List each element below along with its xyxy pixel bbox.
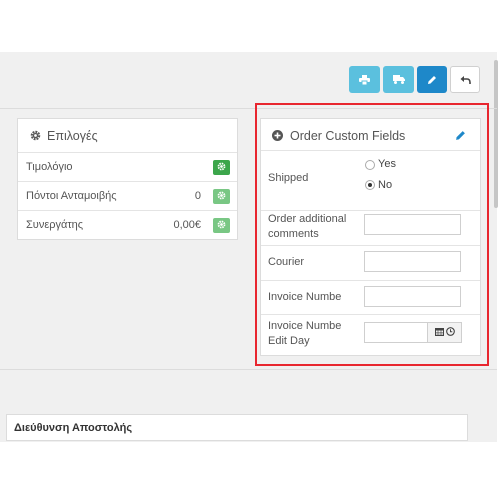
shipped-row: Shipped Yes No	[261, 151, 480, 211]
shipped-label: Shipped	[268, 172, 309, 184]
column-shipping-address: Διεύθυνση Αποστολής	[14, 421, 133, 434]
options-row-label: Τιμολόγιο	[26, 161, 73, 173]
back-button[interactable]	[450, 66, 480, 93]
plus-circle-icon	[272, 130, 283, 144]
comments-label-line1: Order additional	[268, 213, 347, 225]
table-header: Διεύθυνση Αποστολής	[6, 414, 468, 441]
edit-order-button[interactable]	[417, 66, 447, 93]
undo-icon	[460, 75, 471, 85]
options-panel-header: Επιλογές	[18, 119, 237, 153]
shipped-no-label: No	[378, 179, 393, 191]
gear-icon	[217, 220, 226, 232]
options-row-value: 0	[194, 190, 201, 202]
delivery-button[interactable]	[383, 66, 414, 93]
comments-input[interactable]	[364, 214, 461, 235]
options-panel: Επιλογές Τιμολόγιο Πόντοι Ανταμοιβής 0 Σ…	[17, 118, 238, 240]
datetime-picker-button[interactable]	[427, 322, 462, 343]
options-row-reward-points: Πόντοι Ανταμοιβής 0	[18, 182, 237, 211]
options-panel-title: Επιλογές	[47, 128, 98, 143]
reward-points-button[interactable]	[213, 189, 230, 204]
custom-fields-panel: Order Custom Fields Shipped Yes No Order…	[260, 118, 481, 356]
options-row-label: Συνεργάτης	[26, 219, 84, 231]
shipped-yes-radio[interactable]	[365, 160, 375, 170]
invoice-number-label: Invoice Numbe	[268, 291, 342, 303]
invoice-settings-button[interactable]	[213, 160, 230, 175]
shipped-yes-label: Yes	[378, 158, 396, 170]
invoice-number-input[interactable]	[364, 286, 461, 307]
section-divider	[0, 369, 497, 370]
pencil-icon[interactable]	[455, 130, 466, 144]
invoice-edit-day-row: Invoice Numbe Edit Day	[261, 314, 480, 350]
options-row-value: 0,00€	[173, 219, 201, 231]
shipped-no-radio[interactable]	[365, 180, 375, 190]
gear-icon	[30, 130, 41, 141]
options-row-label: Πόντοι Ανταμοιβής	[26, 190, 117, 202]
truck-icon	[392, 75, 405, 84]
options-row-invoice: Τιμολόγιο	[18, 153, 237, 182]
print-button[interactable]	[349, 66, 380, 93]
affiliate-button[interactable]	[213, 218, 230, 233]
custom-fields-header: Order Custom Fields	[261, 119, 480, 151]
comments-row: Order additional comments	[261, 210, 480, 246]
courier-input[interactable]	[364, 251, 461, 272]
gear-icon	[217, 162, 226, 174]
courier-row: Courier	[261, 245, 480, 281]
calendar-icon	[434, 327, 444, 339]
pencil-icon	[427, 75, 437, 85]
print-icon	[359, 74, 370, 85]
page-scrollbar[interactable]	[494, 60, 498, 208]
gear-icon	[217, 191, 226, 203]
comments-label-line2: comments	[268, 228, 319, 240]
invoice-edit-day-input[interactable]	[364, 322, 428, 343]
options-row-affiliate: Συνεργάτης 0,00€	[18, 211, 237, 239]
invoice-edit-day-label-line1: Invoice Numbe	[268, 320, 342, 332]
invoice-edit-day-label-line2: Edit Day	[268, 335, 310, 347]
invoice-number-row: Invoice Numbe	[261, 280, 480, 315]
courier-label: Courier	[268, 256, 305, 268]
clock-icon	[445, 326, 455, 339]
custom-fields-title: Order Custom Fields	[290, 129, 406, 143]
